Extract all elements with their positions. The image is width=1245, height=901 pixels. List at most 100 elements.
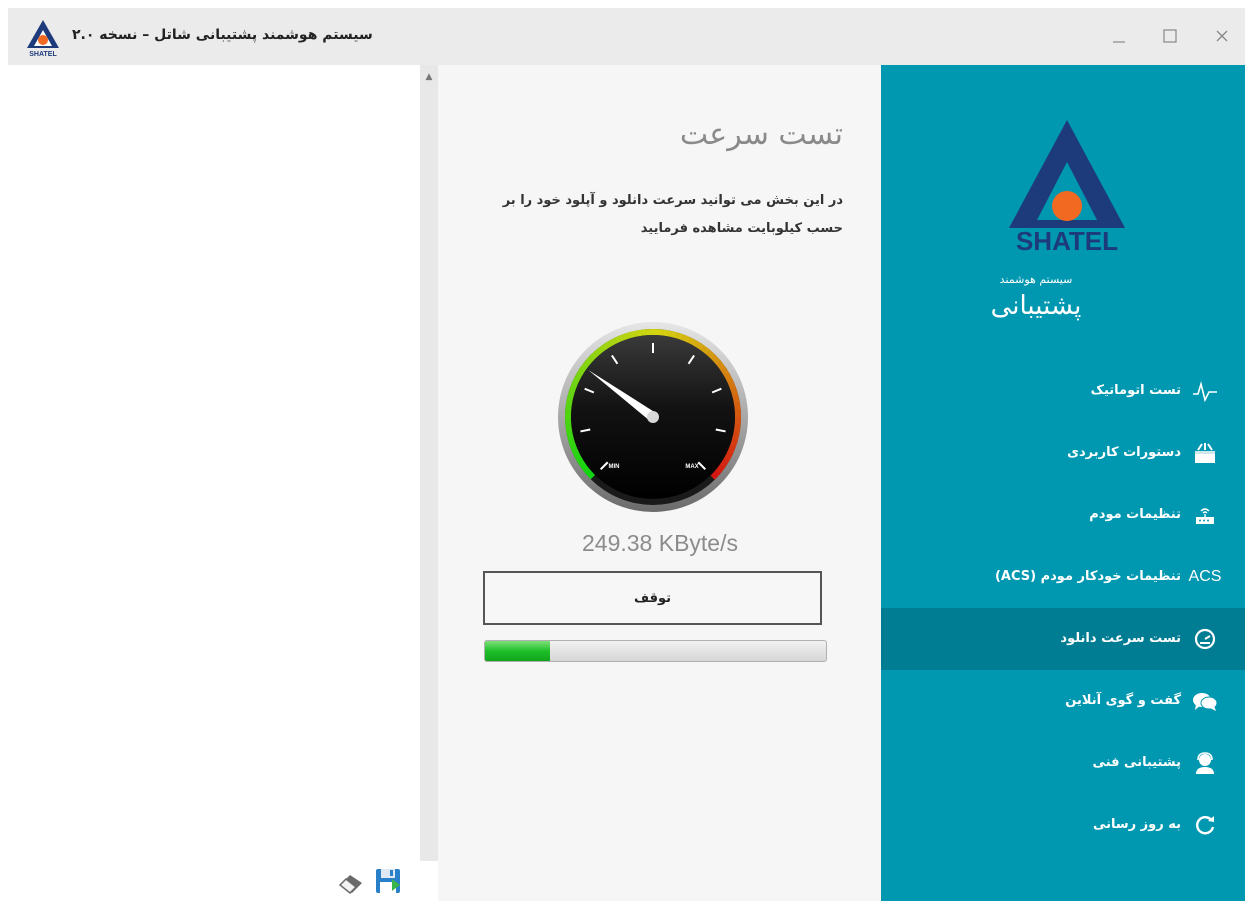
sidebar: SHATEL سیستم هوشمند پشتیبانی تست اتوماتی… [881,65,1245,901]
nav-label: دستورات کاربردی [1067,445,1181,460]
gauge-arc-segment [719,457,730,469]
gauge-arc-segment [572,450,582,461]
nav-label: گفت و گوی آنلاین [1065,693,1181,708]
eraser-icon[interactable] [336,869,366,895]
shatel-brand-logo-icon: SHATEL [1009,120,1125,254]
nav-item-download-speed-test[interactable]: تست سرعت دانلود [881,608,1245,670]
nav-label: تست اتوماتیک [1090,383,1181,398]
gauge-arc-segment [602,340,613,350]
gauge-arc-segment [733,401,741,411]
gauge-arc-segment [715,360,726,371]
gauge-arc-segment [596,344,607,355]
gauge-arc-segment [609,336,620,346]
gauge-arc-segment [667,330,677,338]
gauge-arc-segment [710,354,721,365]
gauge-arc-segment [720,366,730,377]
nav-item-update[interactable]: به روز رسانی [881,794,1245,856]
gauge-arc-segment [727,379,736,390]
speedometer-icon [1191,625,1219,653]
gauge-arc-segment [727,445,736,455]
gauge-arc-segment [576,365,587,377]
gauge-arc-segment [585,354,596,365]
shatel-logo-icon: SHATEL [27,20,59,58]
gauge-arc-segment [570,444,579,455]
maximize-icon [1163,29,1177,43]
refresh-icon [1191,811,1219,839]
router-icon [1191,501,1219,529]
close-button[interactable] [1208,24,1236,48]
gauge-arc-segment [693,340,705,351]
gauge-arc-segment [674,331,684,341]
acs-icon-text: ACS [1188,568,1222,585]
log-scrollbar[interactable]: ▲ [420,65,438,861]
pulse-icon [1191,377,1219,405]
gauge-arc-segment [705,349,716,360]
scroll-up-arrow-icon[interactable]: ▲ [420,71,438,83]
gauge-arc-segment [570,379,579,389]
gauge-arc-segment [700,344,711,355]
save-icon[interactable] [374,867,402,895]
gauge-arc-segment [637,329,647,337]
support-agent-icon [1191,749,1219,777]
gauge-arc-segment [566,430,574,440]
brand-subtitle: سیستم هوشمند [999,273,1073,286]
log-toolbar [8,861,438,901]
gauge-arc-segment [630,330,640,338]
nav-label: پشتیبانی فنی [1092,755,1181,770]
stop-button[interactable]: توقف [483,571,822,625]
gauge-min-label: MIN [609,464,620,470]
gauge-arc-segment [590,349,601,360]
gauge-arc-segment [585,469,596,480]
log-panel[interactable] [8,65,420,861]
nav-item-auto-test[interactable]: تست اتوماتیک [881,360,1245,422]
nav-item-modem-settings[interactable]: تنظیمات مودم [881,484,1245,546]
nav-label: تنظیمات خودکار مودم (ACS) [994,569,1181,584]
speedometer-gauge: MIN MAX [558,322,748,512]
gauge-arc-segment [565,423,573,433]
gauge-arc-segment [687,337,698,347]
page-title: تست سرعت [679,117,843,152]
brand-name: SHATEL [1016,226,1118,254]
speed-test-panel: تست سرعت در این بخش می توانید سرعت دانلو… [438,65,881,901]
gauge-arc-segment [580,359,591,370]
acs-icon: ACS [1188,563,1222,591]
gauge-arc-segment [567,386,577,396]
gauge-arc-segment [732,394,740,404]
nav-label: تنظیمات مودم [1089,507,1181,522]
gauge-arc-segment [567,437,576,448]
page-description: در این بخش می توانید سرعت دانلود و آپلود… [502,193,843,236]
gauge-arc-segment [732,431,740,441]
download-progress-bar [484,640,827,662]
gauge-arc-segment [566,393,574,403]
window-title: سیستم هوشمند پشتیبانی شاتل – نسخه ۲.۰ [72,27,373,43]
title-logo-text: SHATEL [29,51,57,58]
gauge-arc-segment [724,372,734,384]
progress-fill [485,641,550,661]
gauge-arc-segment [733,424,741,434]
speed-value: 249.38 KByte/s [582,530,738,556]
minimize-icon [1113,41,1125,43]
gauge-arc-segment [573,372,583,383]
minimize-button[interactable] [1105,24,1133,48]
gauge-arc-segment [710,469,721,480]
nav-item-acs-settings[interactable]: تنظیمات خودکار مودم (ACS) ACS [881,546,1245,608]
gauge-arc-segment [681,334,691,343]
maximize-button[interactable] [1156,24,1184,48]
nav-item-tech-support[interactable]: پشتیبانی فنی [881,732,1245,794]
title-bar: SHATEL سیستم هوشمند پشتیبانی شاتل – نسخه… [8,8,1245,65]
gauge-max-label: MAX [685,464,698,470]
gauge-arc-segment [622,331,633,340]
gauge-arc-segment [660,329,670,337]
gauge-arc-segment [580,463,591,474]
app-window: SHATEL سیستم هوشمند پشتیبانی شاتل – نسخه… [8,8,1245,901]
gauge-arc-segment [576,457,586,468]
nav-item-commands[interactable]: دستورات کاربردی [881,422,1245,484]
close-icon [1216,30,1228,42]
nav-item-online-chat[interactable]: گفت و گوی آنلاین [881,670,1245,732]
gauge-arc-segment [729,438,739,448]
nav-label: به روز رسانی [1092,817,1181,832]
nav-label: تست سرعت دانلود [1060,631,1181,646]
gauge-arc-segment [715,464,726,475]
gauge-arc-segment [615,334,626,343]
chat-icon [1191,687,1219,715]
